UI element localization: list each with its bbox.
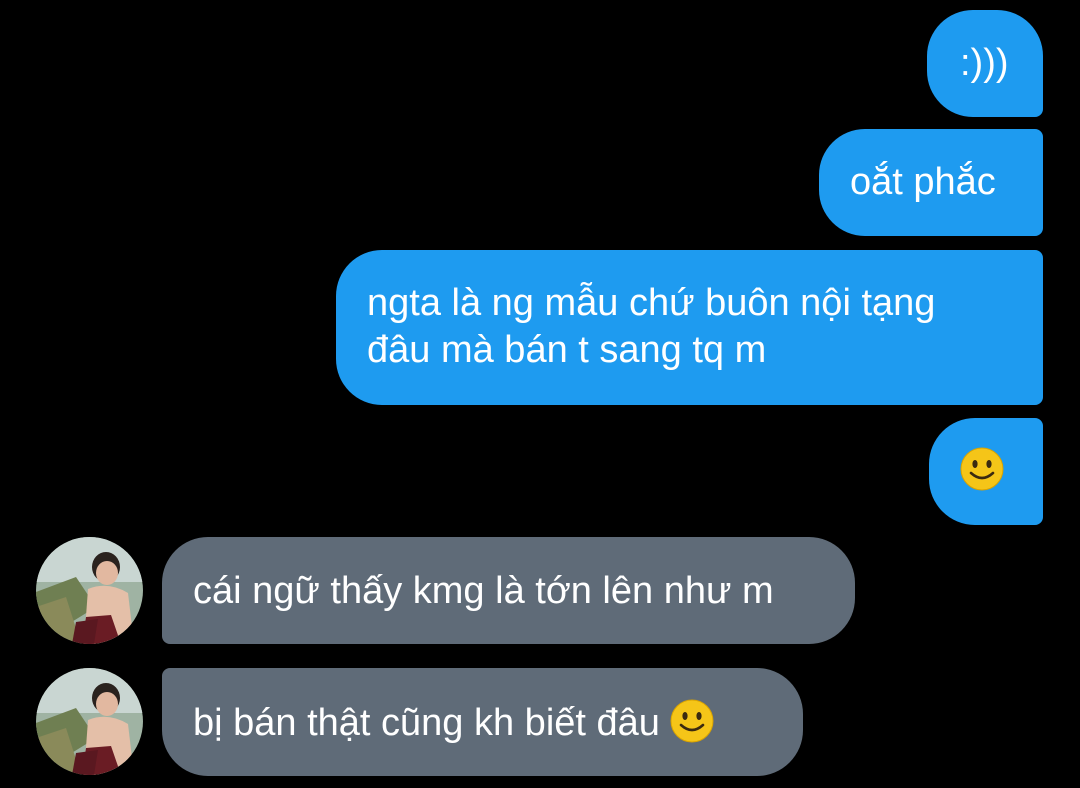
message-text: :))) bbox=[960, 42, 1009, 84]
sent-message-bubble[interactable]: oắt phắc bbox=[819, 129, 1043, 236]
message-text: bị bán thật cũng kh biết đâu bbox=[193, 702, 671, 744]
sent-message-bubble[interactable]: ngta là ng mẫu chứ buôn nội tạng đâu mà … bbox=[336, 250, 1043, 405]
avatar-photo bbox=[36, 537, 143, 644]
message-text: ngta là ng mẫu chứ buôn nội tạng đâu mà … bbox=[367, 282, 936, 371]
received-message-bubble[interactable]: cái ngữ thấy kmg là tớn lên như m bbox=[162, 537, 855, 644]
message-text: cái ngữ thấy kmg là tớn lên như m bbox=[193, 570, 774, 612]
avatar-photo bbox=[36, 668, 143, 775]
received-message-bubble[interactable]: bị bán thật cũng kh biết đâu bbox=[162, 668, 803, 776]
slightly-smiling-face-icon bbox=[960, 447, 1004, 491]
contact-avatar[interactable] bbox=[36, 668, 143, 775]
slightly-smiling-face-icon bbox=[670, 699, 714, 743]
sent-emoji-bubble[interactable] bbox=[929, 418, 1043, 525]
message-text: oắt phắc bbox=[850, 161, 996, 203]
sent-message-bubble[interactable]: :))) bbox=[927, 10, 1043, 117]
contact-avatar[interactable] bbox=[36, 537, 143, 644]
